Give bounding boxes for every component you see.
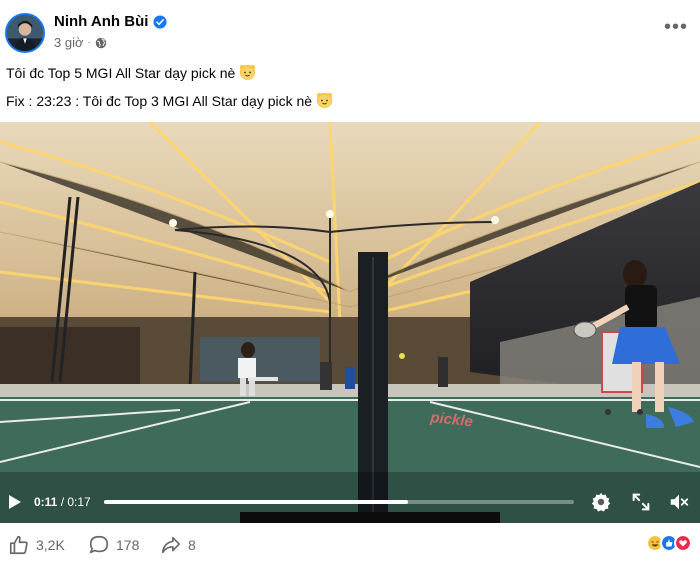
mute-icon[interactable] (668, 491, 690, 513)
love-reaction-icon (674, 534, 692, 552)
post-text-line-2: Fix : 23:23 : Tôi đc Top 3 MGI All Star … (6, 92, 333, 109)
post-header: Ninh Anh Bùi 3 giờ · ••• (0, 0, 700, 60)
meta-separator: · (87, 37, 91, 48)
current-time: 0:11 (34, 495, 58, 509)
video-duration: 0:17 (67, 495, 91, 509)
video-progress-fill (104, 500, 409, 504)
share-icon (161, 536, 181, 554)
like-button[interactable]: 3,2K (8, 534, 65, 556)
comment-count: 178 (116, 537, 140, 553)
smiling-emoji-icon (240, 64, 256, 81)
engagement-bar: 3,2K 178 8 (0, 530, 700, 560)
video-controls: 0:11 / 0:17 (0, 478, 700, 523)
play-icon[interactable] (8, 494, 22, 510)
video-progress-bar[interactable] (104, 500, 574, 504)
video-player[interactable]: pickle 0:11 / 0:17 (0, 122, 700, 523)
more-options-icon[interactable]: ••• (664, 17, 688, 37)
reaction-summary[interactable] (646, 534, 692, 552)
comment-icon (89, 535, 109, 554)
share-button[interactable]: 8 (160, 534, 196, 556)
expand-icon[interactable] (630, 491, 652, 513)
post-text-2: Fix : 23:23 : Tôi đc Top 3 MGI All Star … (6, 92, 313, 109)
globe-icon[interactable] (95, 37, 107, 49)
post-text-1: Tôi đc Top 5 MGI All Star dạy pick nè (6, 64, 236, 81)
comment-button[interactable]: 178 (88, 534, 139, 556)
time-separator: / (57, 495, 68, 509)
avatar[interactable] (5, 13, 45, 53)
video-frame: pickle (0, 122, 700, 523)
verified-badge-icon (153, 14, 167, 29)
smiling-emoji-icon (316, 92, 333, 109)
thumbs-up-icon (9, 535, 28, 555)
author-name[interactable]: Ninh Anh Bùi (54, 13, 148, 30)
video-time: 0:11 / 0:17 (34, 495, 91, 509)
share-count: 8 (188, 537, 196, 553)
gear-icon[interactable] (590, 491, 612, 513)
like-count: 3,2K (36, 537, 65, 553)
post-timestamp[interactable]: 3 giờ (54, 35, 84, 50)
post-text-line-1: Tôi đc Top 5 MGI All Star dạy pick nè (6, 64, 256, 81)
